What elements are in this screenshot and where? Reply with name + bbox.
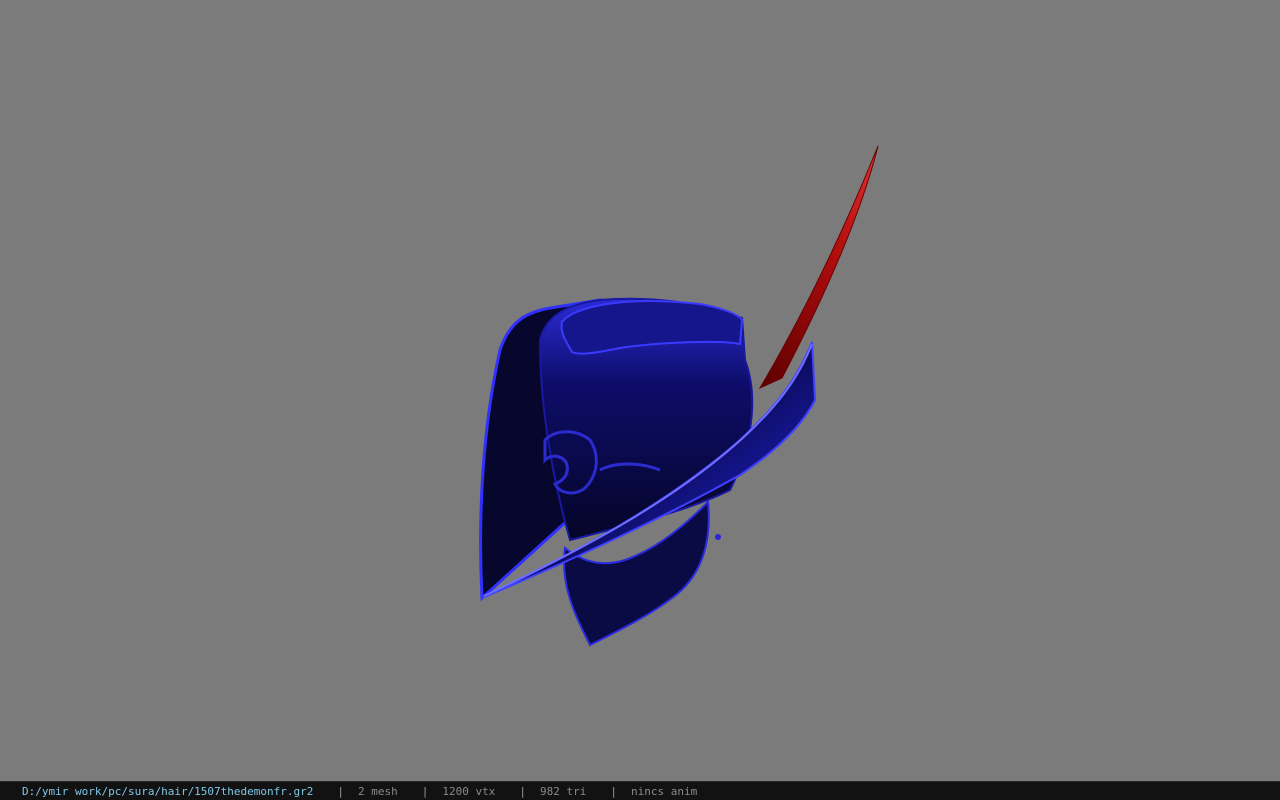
status-separator: | [337, 784, 345, 798]
small-bead [715, 534, 721, 540]
animation-info-label: nincs anim [631, 784, 698, 798]
status-separator: | [610, 784, 617, 798]
triangle-count-label: 982 tri [540, 784, 587, 798]
status-separator: | [421, 784, 429, 798]
status-bar: D:/ymir work/pc/sura/hair/1507thedemonfr… [0, 781, 1280, 800]
3d-viewport[interactable] [0, 0, 1280, 780]
mesh-count-label: 2 mesh [358, 784, 398, 798]
file-path-label: D:/ymir work/pc/sura/hair/1507thedemonfr… [22, 784, 314, 798]
vertex-count-label: 1200 vtx [442, 784, 496, 798]
status-separator: | [519, 784, 527, 798]
feather-shape [758, 145, 879, 390]
hat-model[interactable] [0, 0, 1280, 780]
